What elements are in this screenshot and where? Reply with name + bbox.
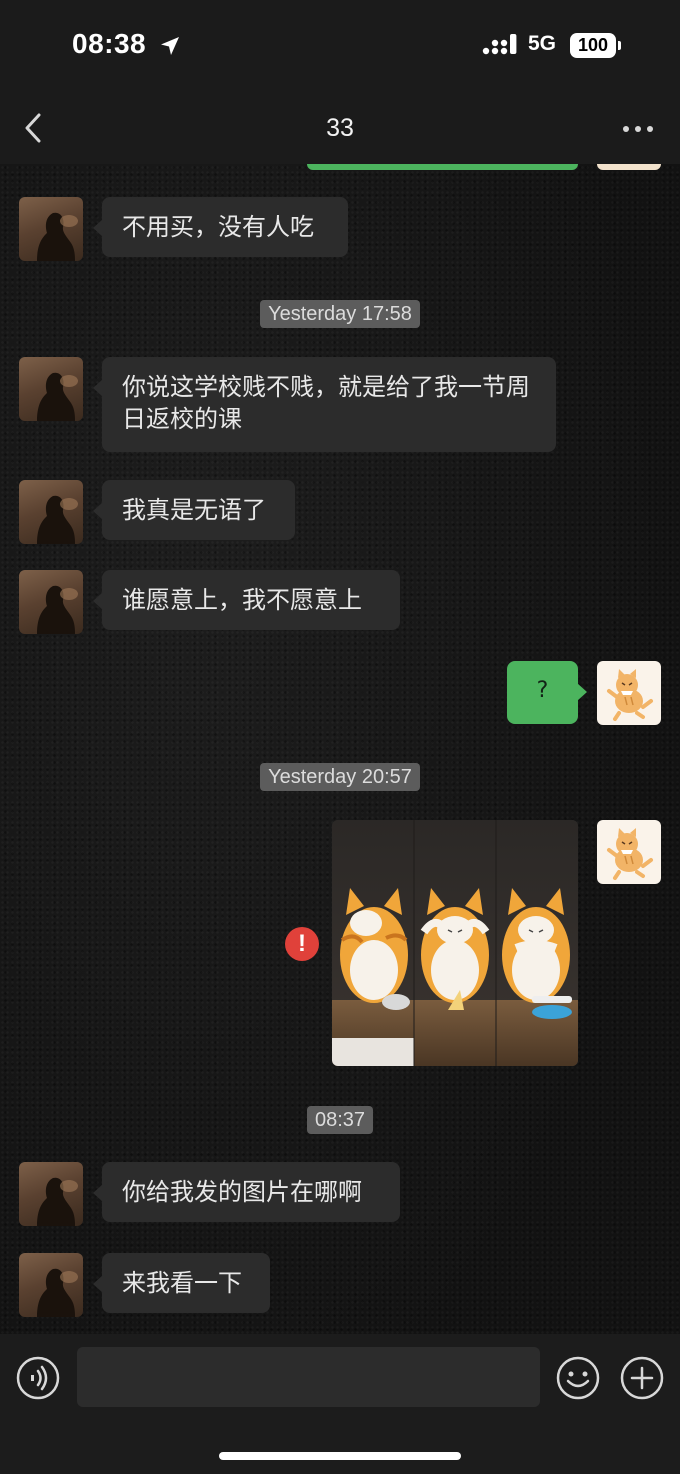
message-text: 我真是无语了	[122, 496, 266, 524]
plus-icon[interactable]	[620, 1356, 664, 1400]
contact-avatar[interactable]	[19, 1162, 83, 1226]
chat-title: 33	[326, 114, 354, 142]
message-input[interactable]	[77, 1347, 540, 1407]
location-arrow-icon	[161, 37, 179, 55]
emoji-icon[interactable]	[556, 1356, 600, 1400]
sent-image-message[interactable]	[332, 820, 578, 1066]
home-indicator[interactable]	[219, 1452, 461, 1460]
message-text: 来我看一下	[122, 1269, 242, 1297]
my-avatar[interactable]	[597, 661, 661, 725]
voice-icon[interactable]	[16, 1356, 60, 1400]
timestamp-label: Yesterday 20:57	[260, 763, 420, 791]
ellipsis-icon[interactable]	[618, 112, 658, 146]
my-avatar[interactable]	[597, 820, 661, 884]
cat-figurines-image	[332, 820, 578, 1066]
contact-avatar[interactable]	[19, 197, 83, 261]
timestamp-divider: 08:37	[0, 1106, 680, 1134]
message-bubble[interactable]: 你给我发的图片在哪啊	[93, 1162, 400, 1222]
message-bubble[interactable]: 谁愿意上，我不愿意上	[93, 570, 400, 630]
message-text: 不用买，没有人吃	[122, 213, 314, 241]
sent-message-bubble[interactable]: ?	[507, 661, 587, 724]
message-text: 你给我发的图片在哪啊	[122, 1178, 362, 1206]
message-bubble[interactable]: 来我看一下	[93, 1253, 270, 1313]
message-text: 谁愿意上，我不愿意上	[122, 586, 362, 614]
timestamp-divider: Yesterday 17:58	[0, 300, 680, 328]
timestamp-divider: Yesterday 20:57	[0, 763, 680, 791]
contact-avatar[interactable]	[19, 570, 83, 634]
timestamp-label: 08:37	[306, 1106, 374, 1134]
message-bubble[interactable]: 我真是无语了	[93, 480, 295, 540]
battery-nub	[618, 41, 621, 50]
signal-icon	[482, 34, 517, 55]
status-time: 08:38	[72, 28, 147, 59]
send-failed-icon[interactable]: !	[285, 927, 319, 961]
message-text: 你说这学校贱不贱，就是给了我一节周日返校的课	[122, 373, 530, 433]
message-text: ?	[536, 678, 549, 703]
network-type: 5G	[528, 32, 557, 55]
contact-avatar[interactable]	[19, 480, 83, 544]
battery-indicator: 100	[570, 33, 616, 58]
timestamp-label: Yesterday 17:58	[260, 300, 420, 328]
message-bubble[interactable]: 你说这学校贱不贱，就是给了我一节周日返校的课	[93, 357, 556, 452]
contact-avatar[interactable]	[19, 1253, 83, 1317]
contact-avatar[interactable]	[19, 357, 83, 421]
top-bar: 08:38 5G 100 33	[0, 0, 680, 164]
message-bubble[interactable]: 不用买，没有人吃	[93, 197, 348, 257]
